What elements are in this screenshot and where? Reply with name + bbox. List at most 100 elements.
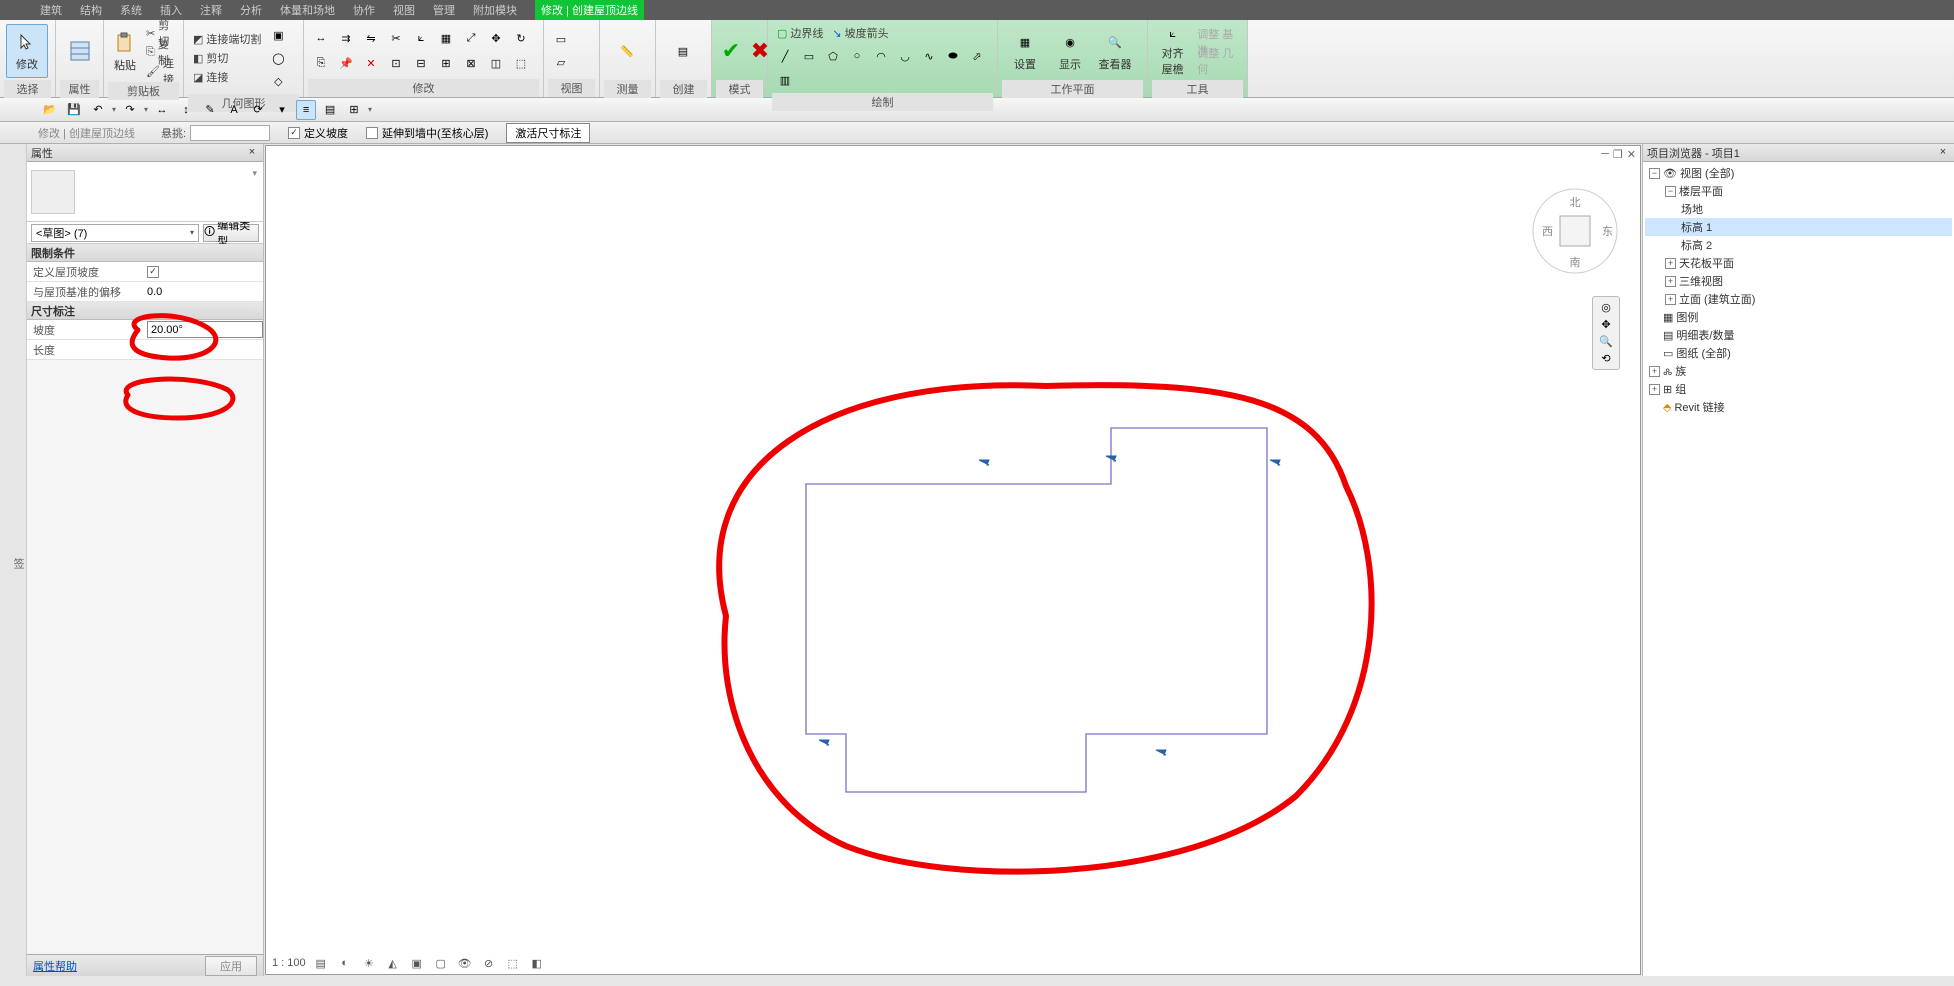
rotate-button[interactable]: ↻	[510, 27, 532, 49]
move-button[interactable]: ✥	[485, 27, 507, 49]
detail-level[interactable]: ▤	[312, 954, 330, 972]
tree-ceiling[interactable]: +天花板平面	[1645, 254, 1952, 272]
qat-g[interactable]: ▤	[320, 100, 340, 120]
properties-title[interactable]: 属性 ×	[27, 144, 263, 162]
split-button[interactable]: ✂	[385, 27, 407, 49]
menu-analyze[interactable]: 分析	[240, 2, 262, 18]
boundary-button[interactable]: ▢边界线	[774, 24, 826, 42]
extend-checkbox[interactable]	[366, 127, 378, 139]
qat-h[interactable]: ⊞	[344, 100, 364, 120]
tree-site[interactable]: 场地	[1645, 200, 1952, 218]
draw-arc2[interactable]: ◡	[894, 45, 916, 67]
viewer-button[interactable]: 🔍查看器	[1094, 24, 1136, 78]
draw-pickwall[interactable]: ▥	[774, 69, 796, 91]
close-icon[interactable]: ×	[1936, 146, 1950, 160]
menu-context[interactable]: 修改 | 创建屋顶边线	[535, 0, 644, 20]
tree-legend[interactable]: ▦图例	[1645, 308, 1952, 326]
properties-button[interactable]	[62, 24, 97, 78]
tree-elev[interactable]: +立面 (建筑立面)	[1645, 290, 1952, 308]
type-selector[interactable]: ▾	[27, 162, 263, 222]
mod-e[interactable]: ◫	[485, 52, 507, 74]
draw-ellipse[interactable]: ⬬	[942, 45, 964, 67]
join-geom-button[interactable]: ◪连接	[190, 68, 264, 86]
wheel-icon[interactable]: ◎	[1601, 301, 1611, 314]
view-b[interactable]: ▱	[550, 51, 572, 73]
measure-button[interactable]: 📏	[606, 24, 648, 78]
activate-dims-button[interactable]: 激活尺寸标注	[506, 123, 590, 143]
qat-b[interactable]: ↕	[176, 100, 196, 120]
qat-e[interactable]: ⟳	[248, 100, 268, 120]
scale-button[interactable]: ⤢	[460, 27, 482, 49]
geom-a-button[interactable]: ▣	[267, 24, 289, 46]
draw-arc[interactable]: ◠	[870, 45, 892, 67]
prop-define-slope-checkbox[interactable]: ✓	[147, 266, 159, 278]
max-icon[interactable]: ❐	[1613, 148, 1623, 161]
offset-button[interactable]: ⇉	[335, 27, 357, 49]
match-button[interactable]: 🖌连接	[143, 62, 177, 80]
tree-families[interactable]: +🝆族	[1645, 362, 1952, 380]
show-plane-button[interactable]: ◉显示	[1049, 24, 1091, 78]
copy2-button[interactable]: ⎘	[310, 52, 332, 74]
tree-level1[interactable]: 标高 1	[1645, 218, 1952, 236]
array-button[interactable]: ▦	[435, 27, 457, 49]
delete-button[interactable]: ✕	[360, 52, 382, 74]
set-plane-button[interactable]: ▦设置	[1004, 24, 1046, 78]
pin-button[interactable]: 📌	[335, 52, 357, 74]
apply-button[interactable]: 应用	[205, 956, 257, 976]
scale-label[interactable]: 1 : 100	[272, 957, 306, 969]
qat-save[interactable]: 💾	[64, 100, 84, 120]
instance-filter-combo[interactable]: <草图> (7)▾	[31, 224, 199, 242]
edit-type-button[interactable]: 🛈编辑类型	[203, 224, 259, 242]
mod-d[interactable]: ⊠	[460, 52, 482, 74]
qat-undo-arrow[interactable]: ▾	[112, 105, 116, 114]
crop-a[interactable]: ▣	[408, 954, 426, 972]
mod-f[interactable]: ⬚	[510, 52, 532, 74]
zoom-icon[interactable]: 🔍	[1599, 335, 1613, 348]
min-icon[interactable]: ─	[1601, 148, 1609, 161]
menu-addin[interactable]: 附加模块	[473, 2, 517, 18]
menu-sys[interactable]: 系统	[120, 2, 142, 18]
tree-level2[interactable]: 标高 2	[1645, 236, 1952, 254]
hide-a[interactable]: 👁	[456, 954, 474, 972]
tree-sched[interactable]: ▤明细表/数量	[1645, 326, 1952, 344]
crop-b[interactable]: ▢	[432, 954, 450, 972]
signature-panel[interactable]: 签	[0, 144, 27, 976]
trim-button[interactable]: ⟀	[410, 27, 432, 49]
menu-view[interactable]: 视图	[393, 2, 415, 18]
menu-annot[interactable]: 注释	[200, 2, 222, 18]
view-a[interactable]: ▭	[550, 28, 572, 50]
qat-more[interactable]: ▾	[368, 105, 372, 114]
qat-c[interactable]: ✎	[200, 100, 220, 120]
tree-3d[interactable]: +三维视图	[1645, 272, 1952, 290]
tree-links[interactable]: ⬘Revit 链接	[1645, 398, 1952, 416]
drawing-canvas[interactable]: ─ ❐ ✕	[265, 145, 1641, 975]
menu-struct[interactable]: 结构	[80, 2, 102, 18]
dims-header[interactable]: 尺寸标注	[27, 302, 263, 320]
mod-b[interactable]: ⊟	[410, 52, 432, 74]
geom-c-button[interactable]: ◇	[267, 70, 289, 92]
draw-rect[interactable]: ▭	[798, 45, 820, 67]
slope-input[interactable]	[147, 321, 263, 338]
props-help-link[interactable]: 属性帮助	[33, 958, 77, 974]
create-button[interactable]: ▤	[662, 24, 704, 78]
pan-icon[interactable]: ✥	[1601, 318, 1610, 331]
menu-insert[interactable]: 插入	[160, 2, 182, 18]
hide-b[interactable]: ⊘	[480, 954, 498, 972]
qat-open[interactable]: 📂	[40, 100, 60, 120]
prop-offset-value[interactable]: 0.0	[143, 286, 263, 298]
geom-b-button[interactable]: ◯	[267, 47, 289, 69]
draw-pick[interactable]: ⬀	[966, 45, 988, 67]
menu-arch[interactable]: 建筑	[40, 2, 62, 18]
draw-line[interactable]: ╱	[774, 45, 796, 67]
paste-button[interactable]: 粘贴	[110, 25, 140, 79]
overhang-field[interactable]	[190, 125, 270, 141]
draw-circ[interactable]: ○	[846, 45, 868, 67]
menu-collab[interactable]: 协作	[353, 2, 375, 18]
finish-button[interactable]: ✔	[718, 24, 744, 78]
chevron-down-icon[interactable]: ▾	[252, 168, 257, 179]
join-cut-button[interactable]: ◩连接端切割	[190, 30, 264, 48]
define-slope-checkbox[interactable]: ✓	[288, 127, 300, 139]
qat-thin[interactable]: ≡	[296, 100, 316, 120]
viewcube[interactable]: 北南西东	[1530, 186, 1620, 276]
constraints-header[interactable]: 限制条件	[27, 244, 263, 262]
